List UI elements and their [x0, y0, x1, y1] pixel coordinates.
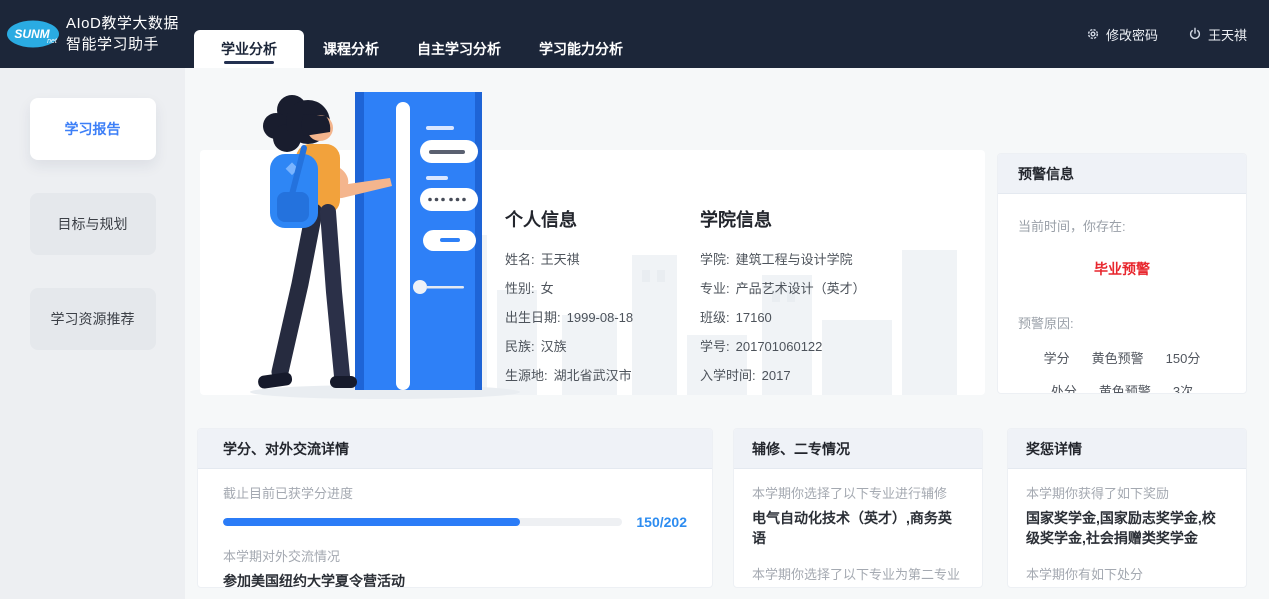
active-tab-underline [224, 61, 274, 64]
exchange-value: 参加美国纽约大学夏令营活动 [223, 571, 687, 588]
warning-reason-row-credits: 学分 黄色预警 150分 [1018, 348, 1226, 367]
warning-card: 预警信息 当前时间，你存在: 毕业预警 预警原因: 学分 黄色预警 150分 处… [997, 153, 1247, 394]
second-major-label: 本学期你选择了以下专业为第二专业 [752, 564, 962, 583]
credits-exchange-card: 学分、对外交流详情 截止目前已获学分进度 150/202 本学期对外交流情况 参… [197, 428, 713, 588]
info-row-enrollment-year: 入学时间:2017 [700, 361, 866, 390]
warning-name: 毕业预警 [1018, 259, 1226, 279]
punish-label: 本学期你有如下处分 [1026, 564, 1226, 583]
college-info-section: 学院信息 学院:建筑工程与设计学院 专业:产品艺术设计（英才） 班级:17160… [700, 206, 866, 395]
tab-label: 学业分析 [221, 39, 277, 59]
progress-fill [223, 518, 520, 526]
sidebar-item-label: 目标与规划 [58, 214, 128, 234]
app-title: AIoD教学大数据 智能学习助手 [66, 13, 179, 55]
rewards-card-header: 奖惩详情 [1008, 429, 1246, 469]
exchange-label: 本学期对外交流情况 [223, 546, 687, 565]
info-row-enrollment-status: 学籍状态:在校 [700, 390, 866, 395]
rewards-card-title: 奖惩详情 [1026, 439, 1082, 459]
info-row-student-id: 学号:201701060122 [700, 332, 866, 361]
power-icon [1188, 27, 1202, 41]
reward-label: 本学期你获得了如下奖励 [1026, 483, 1226, 502]
student-illustration [230, 84, 535, 400]
sidebar-item-study-report[interactable]: 学习报告 [30, 98, 156, 160]
change-password-label: 修改密码 [1106, 25, 1158, 44]
reward-value: 国家奖学金,国家励志奖学金,校级奖学金,社会捐赠类奖学金 [1026, 508, 1226, 548]
tab-academic-analysis[interactable]: 学业分析 [194, 30, 304, 68]
warning-card-title: 预警信息 [1018, 164, 1074, 184]
minor-card-title: 辅修、二专情况 [752, 439, 850, 459]
sidebar-item-resource-recommend[interactable]: 学习资源推荐 [30, 288, 156, 350]
info-row-college: 学院:建筑工程与设计学院 [700, 245, 866, 274]
warning-card-header: 预警信息 [998, 154, 1246, 194]
info-row-major: 专业:产品艺术设计（英才） [700, 274, 866, 303]
app-title-line1: AIoD教学大数据 [66, 13, 179, 34]
sunmnet-logo-icon: SUNM net [6, 15, 62, 53]
main-content: 个人信息 姓名:王天祺 性别:女 出生日期:1999-08-18 民族:汉族 生… [185, 68, 1269, 599]
minor-card-header: 辅修、二专情况 [734, 429, 982, 469]
sidebar-item-label: 学习报告 [65, 119, 121, 139]
tab-label: 学习能力分析 [539, 39, 623, 59]
app-header: SUNM net AIoD教学大数据 智能学习助手 学业分析 课程分析 自主学习… [0, 0, 1269, 68]
app-title-line2: 智能学习助手 [66, 34, 179, 55]
main-nav-tabs: 学业分析 课程分析 自主学习分析 学习能力分析 [194, 0, 642, 68]
info-row-class: 班级:17160 [700, 303, 866, 332]
gear-icon [1086, 27, 1100, 41]
change-password-button[interactable]: 修改密码 [1086, 25, 1158, 44]
app-logo[interactable]: SUNM net AIoD教学大数据 智能学习助手 [0, 0, 194, 68]
credits-card-title: 学分、对外交流详情 [223, 439, 349, 459]
minor-value: 电气自动化技术（英才）,商务英语 [752, 508, 962, 548]
tab-self-study-analysis[interactable]: 自主学习分析 [398, 30, 520, 68]
college-info-title: 学院信息 [700, 206, 866, 232]
minor-second-major-card: 辅修、二专情况 本学期你选择了以下专业进行辅修 电气自动化技术（英才）,商务英语… [733, 428, 983, 588]
sidebar-item-goals-planning[interactable]: 目标与规划 [30, 193, 156, 255]
sidebar: 学习报告 目标与规划 学习资源推荐 [0, 68, 185, 599]
credits-progress-track [223, 518, 622, 526]
credits-progress-label: 截止目前已获学分进度 [223, 483, 687, 502]
credits-progress-value: 150/202 [636, 514, 687, 530]
warning-reason-row-discipline: 处分 黄色预警 3次 [1018, 381, 1226, 394]
user-menu[interactable]: 王天祺 [1188, 25, 1247, 44]
tab-course-analysis[interactable]: 课程分析 [304, 30, 398, 68]
warning-reason-label: 预警原因: [1018, 313, 1226, 332]
tab-learning-ability-analysis[interactable]: 学习能力分析 [520, 30, 642, 68]
credits-card-header: 学分、对外交流详情 [198, 429, 712, 469]
svg-text:SUNM: SUNM [14, 27, 50, 41]
warning-current-label: 当前时间，你存在: [1018, 216, 1226, 235]
tab-label: 课程分析 [323, 39, 379, 59]
minor-label: 本学期你选择了以下专业进行辅修 [752, 483, 962, 502]
sidebar-item-label: 学习资源推荐 [51, 309, 135, 329]
svg-text:net: net [47, 38, 58, 45]
tab-label: 自主学习分析 [417, 39, 501, 59]
rewards-punishments-card: 奖惩详情 本学期你获得了如下奖励 国家奖学金,国家励志奖学金,校级奖学金,社会捐… [1007, 428, 1247, 588]
username-label: 王天祺 [1208, 25, 1247, 44]
